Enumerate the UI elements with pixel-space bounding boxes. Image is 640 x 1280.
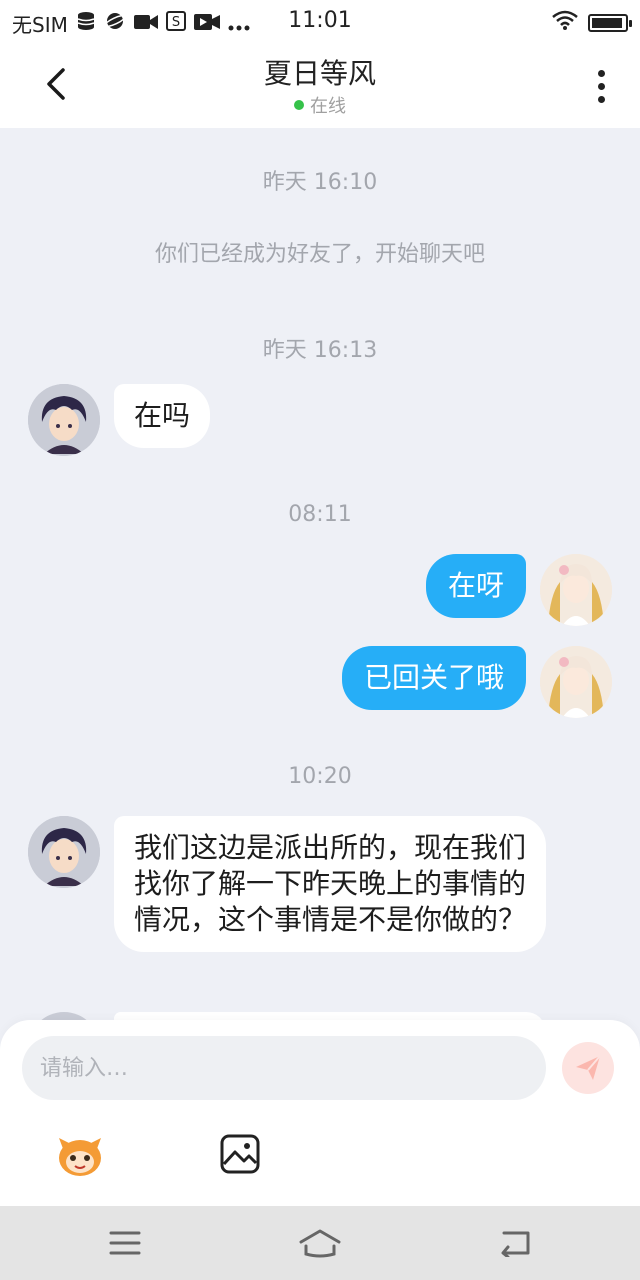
emoji-button[interactable] [52, 1126, 108, 1182]
return-button[interactable] [485, 1218, 545, 1268]
status-bar: 无SIM S 11:01 [0, 0, 640, 44]
chat-messages[interactable]: 昨天 16:10 你们已经成为好友了，开始聊天吧 昨天 16:13 在吗 08:… [0, 128, 640, 1028]
wifi-icon [552, 10, 578, 35]
timestamp: 昨天 16:13 [262, 338, 378, 363]
home-button[interactable] [290, 1218, 350, 1268]
menu-icon [109, 1231, 141, 1255]
more-vertical-icon-dot [597, 69, 605, 77]
status-time: 11:01 [288, 8, 352, 33]
boy-avatar-icon [28, 816, 100, 888]
message-bubble-incoming[interactable]: 在吗 [114, 384, 211, 448]
girl-avatar-icon [540, 646, 612, 718]
online-dot [294, 100, 304, 110]
battery-level-fill [592, 17, 623, 28]
chat-header: 夏日等风 在线 [0, 44, 640, 128]
home-icon [299, 1229, 341, 1258]
my-avatar[interactable] [540, 554, 612, 626]
image-icon [220, 1134, 260, 1174]
contact-avatar[interactable] [28, 816, 100, 888]
timestamp: 10:20 [288, 764, 352, 789]
girl-avatar-icon [540, 554, 612, 626]
navigation-bar [0, 1206, 640, 1280]
chat-screen: 无SIM S 11:01 夏日等风 在线 昨天 16:10 你们已经成为好友了，… [0, 0, 640, 1280]
message-bubble-outgoing[interactable]: 在呀 [425, 554, 526, 618]
return-icon [501, 1231, 530, 1257]
status-right [552, 10, 632, 35]
contact-name: 夏日等风 [263, 57, 376, 90]
input-panel [0, 1020, 640, 1206]
my-avatar[interactable] [540, 646, 612, 718]
more-vertical-icon-dot [597, 95, 605, 103]
more-options-button[interactable] [586, 66, 616, 106]
battery-icon [588, 13, 632, 32]
more-vertical-icon-dot [597, 82, 605, 90]
contact-avatar[interactable] [28, 384, 100, 456]
presence-label: 在线 [310, 96, 346, 117]
message-input[interactable] [22, 1036, 546, 1100]
mascot-emoji-icon [59, 1138, 101, 1176]
message-bubble-outgoing[interactable]: 已回关了哦 [341, 646, 526, 710]
message-bubble-incoming[interactable]: 我们这边是派出所的，现在我们找你了解一下昨天晚上的事情的情况，这个事情是不是你做… [114, 816, 546, 952]
presence-status: 在线 [0, 92, 640, 118]
timestamp: 08:11 [288, 502, 352, 527]
timestamp: 昨天 16:10 [262, 170, 378, 195]
menu-button[interactable] [95, 1218, 155, 1268]
send-button[interactable] [562, 1042, 614, 1094]
image-button[interactable] [212, 1126, 268, 1182]
send-icon [576, 1055, 601, 1080]
system-message: 你们已经成为好友了，开始聊天吧 [154, 242, 485, 267]
boy-avatar-icon [28, 384, 100, 456]
